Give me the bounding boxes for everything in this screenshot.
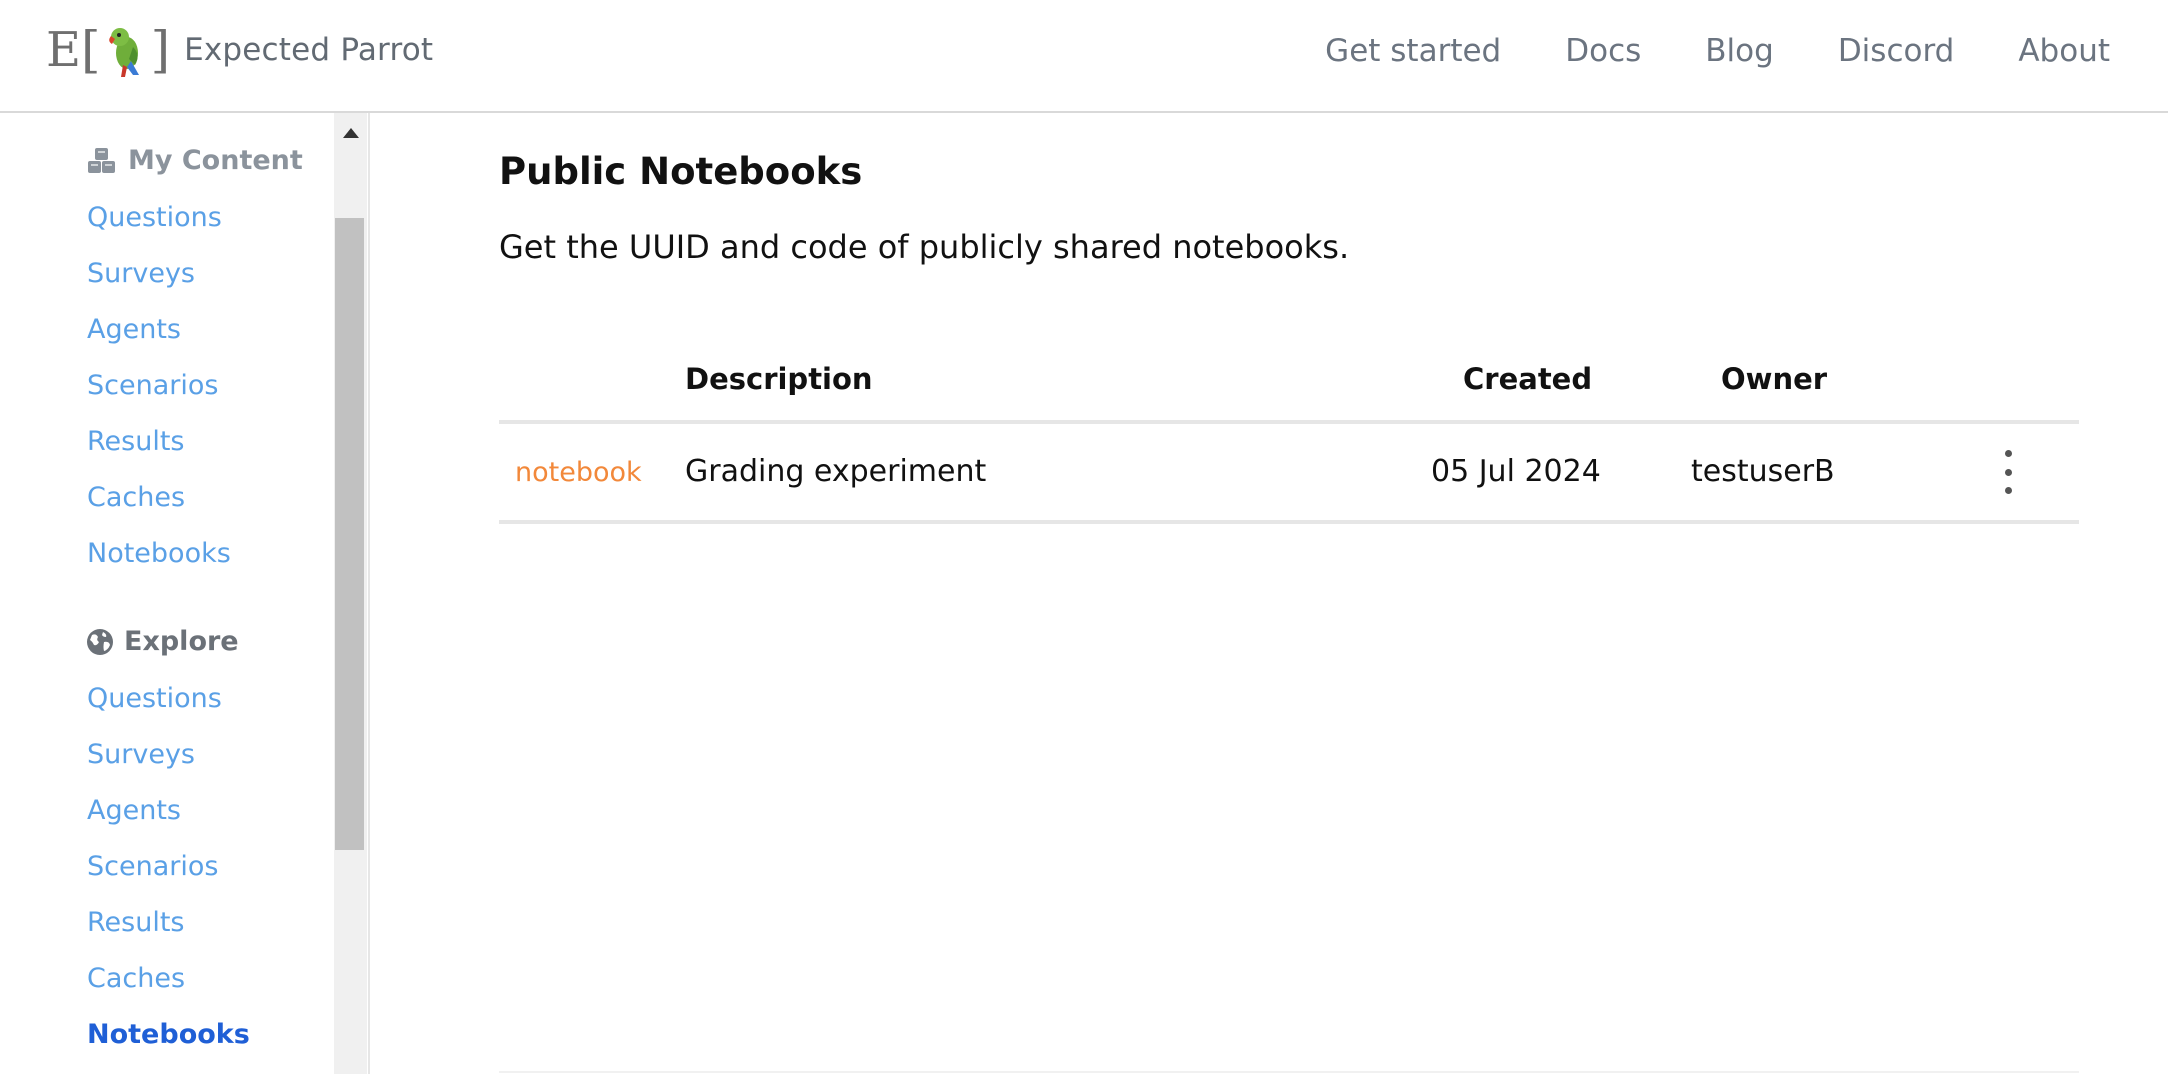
table-header: Description Created Owner — [499, 352, 2079, 424]
type-badge: notebook — [515, 457, 642, 488]
nav-get-started[interactable]: Get started — [1325, 28, 1501, 74]
sidebar-item-my-scenarios[interactable]: Scenarios — [87, 370, 218, 401]
sidebar-item-explore-notebooks[interactable]: Notebooks — [87, 1019, 250, 1050]
logo-bracket-left: [ — [81, 21, 101, 79]
scroll-up-arrow-icon[interactable] — [343, 128, 359, 138]
top-nav: Get started Docs Blog Discord About — [1261, 28, 2110, 74]
cubes-icon — [88, 147, 115, 173]
nav-blog[interactable]: Blog — [1705, 28, 1774, 74]
scrollbar-thumb[interactable] — [335, 218, 364, 850]
sidebar-item-my-questions[interactable]: Questions — [87, 202, 222, 233]
row-description[interactable]: Grading experiment — [685, 454, 986, 489]
nav-discord[interactable]: Discord — [1838, 28, 1955, 74]
sidebar-item-my-results[interactable]: Results — [87, 426, 185, 457]
explore-title: Explore — [124, 626, 239, 657]
sidebar: My Content Questions Surveys Agents Scen… — [0, 113, 334, 1074]
nav-about[interactable]: About — [2018, 28, 2110, 74]
page-subtitle: Get the UUID and code of publicly shared… — [499, 228, 1350, 266]
sidebar-item-explore-agents[interactable]: Agents — [87, 795, 181, 826]
column-header-created: Created — [1463, 362, 1593, 396]
row-created: 05 Jul 2024 — [1431, 454, 1601, 489]
page-title: Public Notebooks — [499, 150, 863, 193]
logo-mark: E [ ] — [46, 23, 170, 77]
row-owner: testuserB — [1691, 454, 1835, 489]
sidebar-item-my-agents[interactable]: Agents — [87, 314, 181, 345]
sidebar-item-explore-scenarios[interactable]: Scenarios — [87, 851, 218, 882]
content-divider — [368, 113, 370, 1074]
my-content-title: My Content — [128, 145, 303, 176]
sidebar-item-explore-questions[interactable]: Questions — [87, 683, 222, 714]
brand-name: Expected Parrot — [184, 32, 434, 68]
main-bottom-border — [499, 1071, 2079, 1073]
parrot-icon — [108, 28, 139, 77]
sidebar-item-explore-results[interactable]: Results — [87, 907, 185, 938]
sidebar-section-my-content: My Content — [86, 145, 303, 176]
logo-bracket-right: ] — [150, 21, 171, 79]
column-header-description: Description — [685, 362, 873, 396]
top-header: E [ ] Expected Parrot Get started Docs B… — [0, 0, 2168, 113]
sidebar-item-explore-caches[interactable]: Caches — [87, 963, 185, 994]
globe-icon — [87, 628, 113, 655]
sidebar-scrollbar[interactable] — [334, 113, 367, 1074]
notebooks-table: Description Created Owner notebook Gradi… — [499, 352, 2079, 524]
brand-logo[interactable]: E [ ] Expected Parrot — [46, 22, 433, 78]
nav-docs[interactable]: Docs — [1565, 28, 1641, 74]
sidebar-item-my-notebooks[interactable]: Notebooks — [87, 538, 231, 569]
sidebar-item-my-surveys[interactable]: Surveys — [87, 258, 195, 289]
more-options-icon[interactable] — [1996, 450, 2020, 494]
sidebar-item-my-caches[interactable]: Caches — [87, 482, 185, 513]
logo-letter: E — [46, 22, 82, 78]
table-row[interactable]: notebook Grading experiment 05 Jul 2024 … — [499, 424, 2079, 524]
sidebar-item-explore-surveys[interactable]: Surveys — [87, 739, 195, 770]
sidebar-section-explore: Explore — [86, 626, 239, 657]
column-header-owner: Owner — [1721, 362, 1828, 396]
